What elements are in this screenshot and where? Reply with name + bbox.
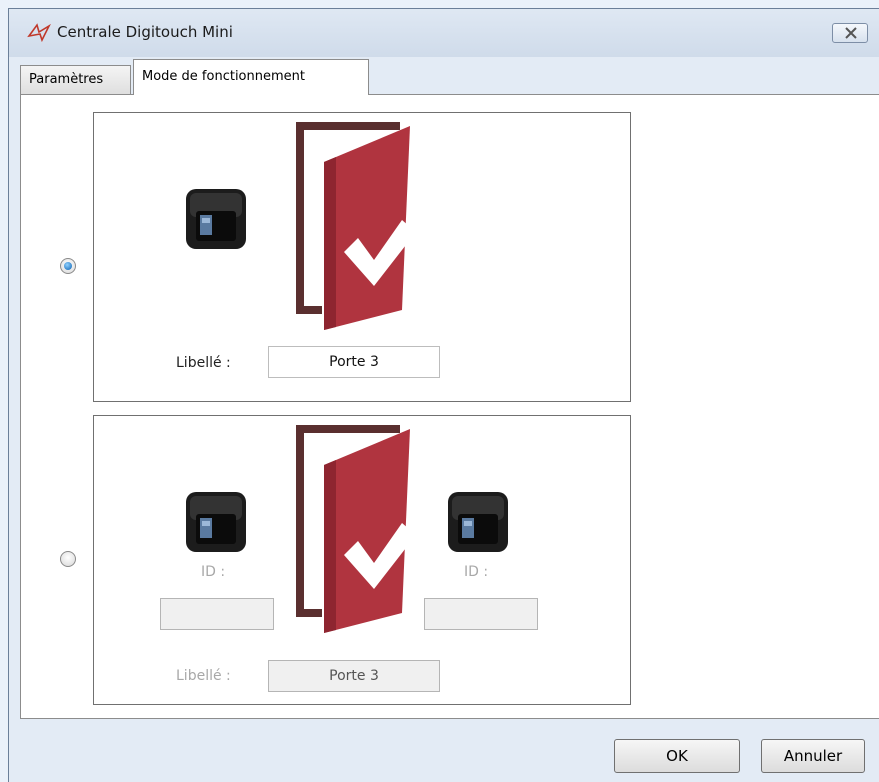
ok-button[interactable]: OK <box>614 739 740 773</box>
cancel-button[interactable]: Annuler <box>761 739 865 773</box>
id-left-label: ID : <box>201 564 226 580</box>
radio-option-dual-reader[interactable] <box>60 551 76 567</box>
tab-panel-mode: Libellé : Porte 3 ID: ID: Libellé: Po… <box>20 94 879 719</box>
app-logo-icon <box>27 23 51 43</box>
libelle-label: Libellé : <box>176 668 231 684</box>
title-bar: Centrale Digitouch Mini <box>9 9 879 57</box>
id-left-field[interactable] <box>160 598 274 630</box>
libelle-label: Libellé : <box>176 355 231 371</box>
tab-parametres[interactable]: Paramètres <box>20 65 131 95</box>
id-right-label: ID : <box>464 564 489 580</box>
radio-option-single-reader[interactable] <box>60 258 76 274</box>
close-icon <box>845 27 857 39</box>
door-open-check-icon <box>296 425 412 633</box>
dialog-window: Centrale Digitouch Mini Paramètres Mode … <box>8 8 879 782</box>
door-open-check-icon <box>296 122 412 330</box>
window-title: Centrale Digitouch Mini <box>57 23 233 41</box>
fingerprint-reader-icon <box>186 189 246 249</box>
close-button[interactable] <box>832 23 868 43</box>
libelle-field[interactable]: Porte 3 <box>268 346 440 378</box>
option-dual-reader-frame: ID : ID : Libellé : Porte 3 <box>93 415 631 705</box>
fingerprint-reader-icon <box>448 492 508 552</box>
id-right-field[interactable] <box>424 598 538 630</box>
libelle-field[interactable]: Porte 3 <box>268 660 440 692</box>
tab-mode-de-fonctionnement[interactable]: Mode de fonctionnement <box>133 59 369 95</box>
option-single-reader-frame: Libellé : Porte 3 <box>93 112 631 402</box>
tab-bar: Paramètres Mode de fonctionnement <box>20 59 879 95</box>
fingerprint-reader-icon <box>186 492 246 552</box>
